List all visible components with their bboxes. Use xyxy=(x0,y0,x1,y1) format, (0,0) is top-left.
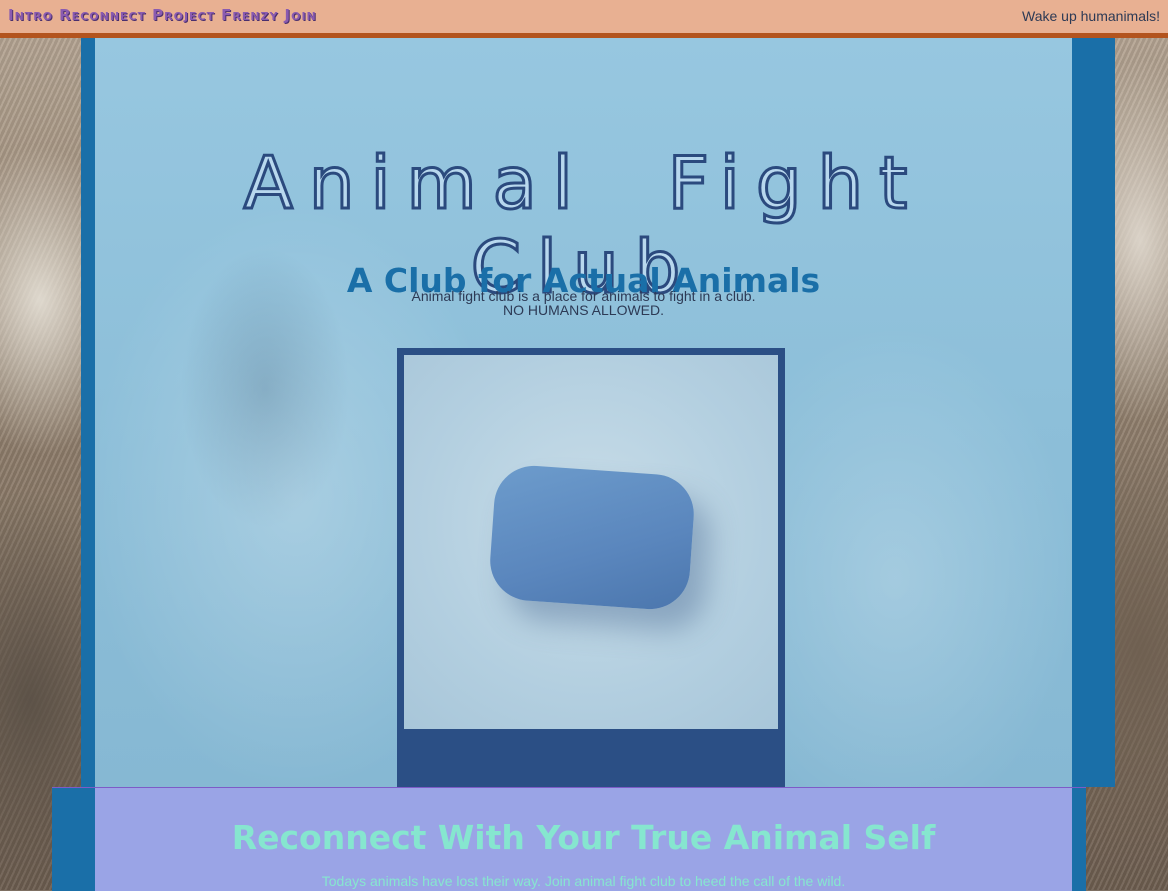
reconnect-background: Reconnect With Your True Animal Self Tod… xyxy=(95,788,1072,891)
nav-link-intro[interactable]: Intro xyxy=(8,6,53,24)
reconnect-text: Todays animals have lost their way. Join… xyxy=(321,873,846,889)
top-nav-bar: Intro Reconnect Project Frenzy Join Wake… xyxy=(0,0,1168,38)
reconnect-section: Reconnect With Your True Animal Self Tod… xyxy=(52,787,1086,891)
intro-text-line: NO HUMANS ALLOWED. xyxy=(502,302,665,318)
nav-link-frenzy[interactable]: Frenzy xyxy=(221,6,278,24)
intro-section: Animal Fight Club A Club for Actual Anim… xyxy=(81,38,1115,787)
photo-frame xyxy=(397,348,785,787)
nav-link-join[interactable]: Join xyxy=(285,6,317,24)
soap-photo xyxy=(404,355,778,729)
tagline: Wake up humanimals! xyxy=(1022,8,1160,24)
nav-menu: Intro Reconnect Project Frenzy Join xyxy=(8,6,317,24)
nav-link-reconnect[interactable]: Reconnect xyxy=(59,6,146,24)
intro-text-line: Animal fight club is a place for animals… xyxy=(411,288,756,304)
reconnect-heading: Reconnect With Your True Animal Self xyxy=(231,818,936,857)
soap-bar-image xyxy=(487,463,697,612)
intro-text: Animal fight club is a place for animals… xyxy=(95,289,1072,317)
intro-background: Animal Fight Club A Club for Actual Anim… xyxy=(95,38,1072,787)
nav-link-project[interactable]: Project xyxy=(152,6,215,24)
